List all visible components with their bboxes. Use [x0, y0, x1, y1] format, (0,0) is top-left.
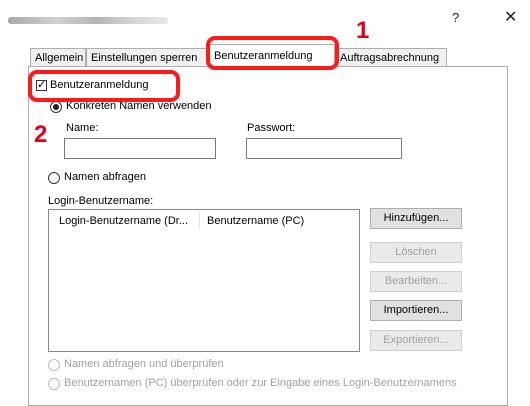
name-input[interactable] [64, 138, 216, 159]
add-button[interactable]: Hinzufügen... [370, 208, 462, 229]
export-button[interactable]: Exportieren... [370, 330, 462, 351]
login-benutzername-label: Login-Benutzername: [48, 195, 154, 207]
callout-number-1: 1 [356, 17, 370, 44]
radio-konkreten-namen[interactable] [50, 101, 62, 113]
name-label: Name: [66, 122, 99, 134]
tab-auftragsabrechnung[interactable]: Auftragsabrechnung [335, 48, 447, 66]
tab-einstellungen-sperren[interactable]: Einstellungen sperren [86, 48, 208, 66]
tab-allgemein[interactable]: Allgemein [30, 48, 86, 66]
column-header-pc[interactable]: Benutzername (PC) [207, 215, 304, 227]
radio-namen-abfragen-ueberpruefen[interactable] [48, 359, 60, 371]
radio-namen-abfragen[interactable] [48, 172, 60, 184]
password-label: Passwort: [247, 122, 296, 134]
delete-button[interactable]: Löschen [370, 242, 462, 263]
column-header-login[interactable]: Login-Benutzername (Dr... [59, 215, 188, 227]
window-title [8, 17, 168, 24]
callout-number-2: 2 [34, 121, 48, 148]
help-button[interactable]: ? [452, 10, 459, 25]
close-button[interactable]: ✕ [504, 7, 517, 27]
highlight-benutzeranmeldung-checkbox [28, 70, 180, 102]
edit-button[interactable]: Bearbeiten... [370, 271, 462, 292]
import-button[interactable]: Importieren... [370, 300, 462, 321]
radio-namen-abfragen-label: Namen abfragen [64, 171, 146, 183]
column-separator [199, 212, 200, 228]
highlight-tab-benutzeranmeldung [206, 36, 339, 70]
password-input[interactable] [246, 138, 402, 159]
radio-namen-abfragen-ueberpruefen-label: Namen abfragen und überprüfen [64, 358, 224, 370]
login-benutzername-list[interactable]: Login-Benutzername (Dr... Benutzername (… [48, 209, 360, 352]
radio-benutzernamen-pc-ueberpruefen-label: Benutzernamen (PC) überprüfen oder zur E… [64, 377, 457, 389]
radio-benutzernamen-pc-ueberpruefen[interactable] [48, 378, 60, 390]
